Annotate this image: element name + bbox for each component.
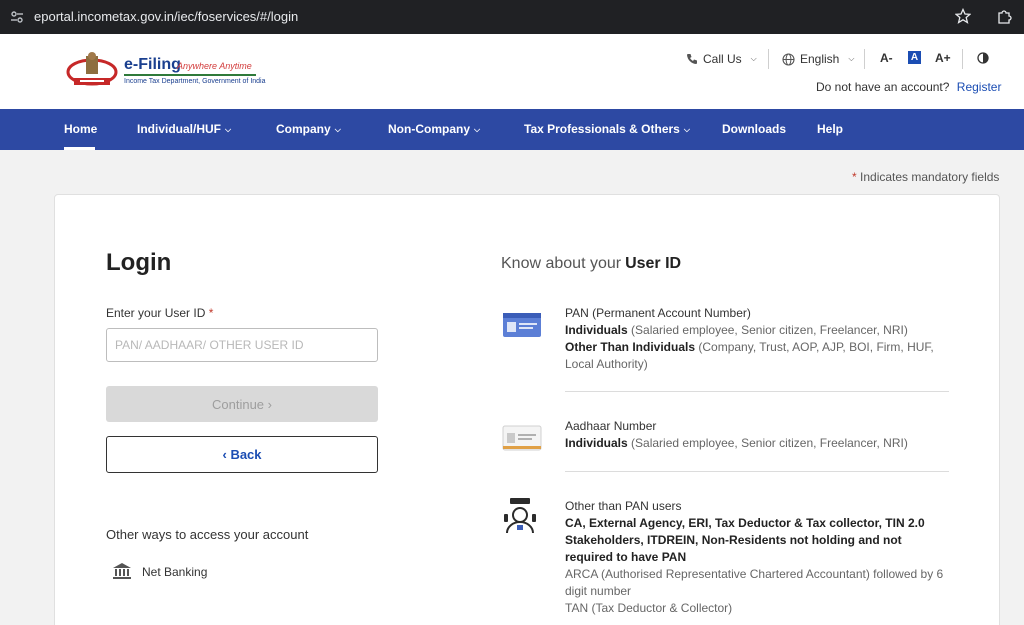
brand-divider (124, 74, 256, 76)
required-star: * (852, 170, 857, 184)
nav-item-help[interactable]: Help (817, 122, 843, 136)
back-label: Back (230, 447, 262, 462)
nav-item-label: Individual/HUF (137, 122, 221, 136)
aadhaar-card-icon (502, 425, 542, 451)
nav-item-downloads[interactable]: Downloads (722, 122, 786, 136)
active-nav-indicator (64, 147, 95, 150)
contrast-icon[interactable] (977, 52, 989, 64)
site-info-icon[interactable] (10, 10, 24, 24)
brand-subtitle: Income Tax Department, Government of Ind… (124, 78, 266, 85)
aadhaar-heading: Aadhaar Number (565, 419, 657, 433)
aadhaar-line1-muted: (Salaried employee, Senior citizen, Free… (631, 436, 908, 450)
nav-item-label: Downloads (722, 122, 787, 136)
userid-input[interactable] (106, 328, 378, 362)
chevron-left-icon: ‹ (222, 447, 227, 462)
header-separator (864, 49, 865, 69)
font-decrease-button[interactable]: A- (880, 51, 893, 65)
net-banking-link[interactable]: Net Banking (142, 565, 207, 579)
chevron-down-icon: ⌵ (334, 125, 341, 134)
aadhaar-line1-bold: Individuals (565, 436, 628, 450)
nav-item-tax-professionals[interactable]: Tax Professionals & Others ⌵ (524, 122, 690, 136)
user-badge-icon (504, 498, 536, 534)
pan-line1-muted: (Salaried employee, Senior citizen, Free… (631, 323, 908, 337)
other-muted-arca: ARCA (Authorised Representative Chartere… (565, 567, 944, 598)
call-us-dropdown[interactable]: Call Us ⌵ (686, 52, 757, 66)
bank-icon[interactable] (112, 561, 132, 581)
phone-icon (687, 54, 697, 64)
font-normal-button[interactable]: A (908, 51, 921, 64)
pan-card-icon (503, 313, 541, 337)
know-user-id-heading: Know about your User ID (501, 255, 681, 273)
other-bold: CA, External Agency, ERI, Tax Deductor &… (565, 516, 925, 564)
nav-item-home[interactable]: Home (64, 122, 97, 136)
extensions-icon[interactable] (996, 8, 1012, 24)
brand-tagline: Anywhere Anytime (177, 61, 252, 71)
header-separator (768, 49, 769, 69)
nav-item-label: Company (276, 122, 331, 136)
pan-line2-bold: Other Than Individuals (565, 340, 696, 354)
account-prompt: Do not have an account? Register (816, 80, 1001, 94)
pan-info: PAN (Permanent Account Number) Individua… (565, 305, 949, 373)
mandatory-fields-note: * Indicates mandatory fields (852, 170, 999, 184)
nav-item-individual-huf[interactable]: Individual/HUF ⌵ (137, 122, 231, 136)
userid-label: Enter your User ID * (106, 306, 213, 320)
aadhaar-info: Aadhaar Number Individuals (Salaried emp… (565, 418, 949, 452)
chevron-right-icon: › (267, 396, 272, 412)
mandatory-text: Indicates mandatory fields (860, 170, 1000, 184)
register-link[interactable]: Register (957, 80, 1002, 94)
pan-heading: PAN (Permanent Account Number) (565, 306, 751, 320)
other-users-info: Other than PAN users CA, External Agency… (565, 498, 949, 617)
nav-item-company[interactable]: Company ⌵ (276, 122, 341, 136)
brand-name: e-Filing (124, 56, 181, 73)
nav-item-label: Help (817, 122, 844, 136)
back-button[interactable]: ‹ Back (106, 436, 378, 473)
call-us-label: Call Us (703, 52, 742, 66)
login-card: Login Enter your User ID * Continue › ‹ … (54, 194, 1000, 625)
other-heading: Other than PAN users (565, 499, 682, 513)
section-divider (565, 471, 949, 472)
chevron-down-icon: ⌵ (683, 125, 690, 134)
income-tax-emblem-logo (66, 52, 118, 86)
bookmark-star-icon[interactable] (955, 8, 971, 24)
continue-label: Continue (211, 396, 265, 412)
language-dropdown[interactable]: English ⌵ (782, 52, 854, 66)
chevron-down-icon: ⌵ (474, 125, 481, 134)
know-title-prefix: Know about your (501, 255, 622, 272)
header-separator (962, 49, 963, 69)
language-label: English (800, 52, 840, 66)
other-muted-tan: TAN (Tax Deductor & Collector) (565, 601, 733, 615)
login-title: Login (106, 249, 172, 276)
nav-item-label: Non-Company (388, 122, 470, 136)
url-text[interactable]: eportal.incometax.gov.in/iec/foservices/… (34, 9, 298, 24)
nav-item-label: Tax Professionals & Others (524, 122, 680, 136)
no-account-text: Do not have an account? (816, 80, 950, 94)
required-star: * (208, 306, 214, 320)
section-divider (565, 391, 949, 392)
site-header: e-Filing Anywhere Anytime Income Tax Dep… (0, 34, 1024, 109)
continue-button[interactable]: Continue › (106, 386, 378, 422)
chevron-down-icon: ⌵ (848, 54, 855, 63)
chevron-down-icon: ⌵ (750, 54, 757, 63)
browser-address-bar: eportal.incometax.gov.in/iec/foservices/… (0, 0, 1024, 34)
know-title-bold: User ID (625, 255, 682, 272)
globe-icon (782, 52, 795, 66)
nav-item-non-company[interactable]: Non-Company ⌵ (388, 122, 480, 136)
other-ways-heading: Other ways to access your account (106, 527, 309, 542)
main-navigation: Home Individual/HUF ⌵ Company ⌵ Non-Compan… (0, 109, 1024, 150)
nav-item-label: Home (64, 122, 98, 136)
chevron-down-icon: ⌵ (225, 125, 232, 134)
pan-line1-bold: Individuals (565, 323, 628, 337)
userid-label-text: Enter your User ID (106, 306, 206, 320)
font-increase-button[interactable]: A+ (935, 51, 951, 65)
